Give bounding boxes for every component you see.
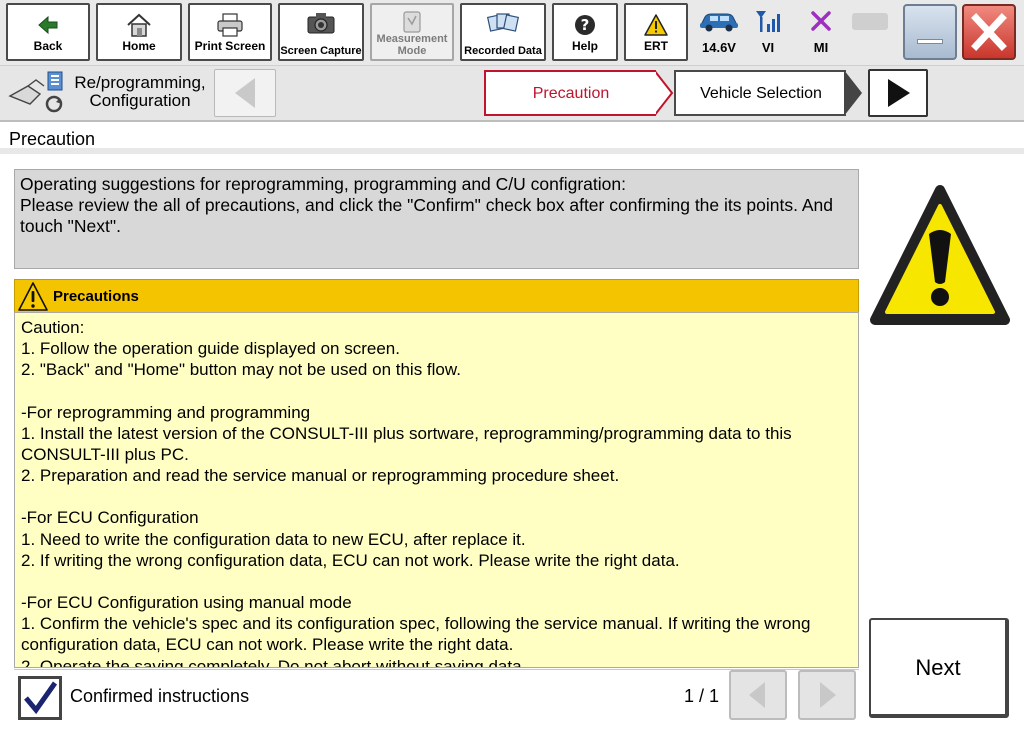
precautions-header-label: Precautions (53, 288, 139, 305)
minimize-icon (917, 39, 943, 44)
page-indicator: 1 / 1 (684, 686, 720, 706)
app-title: Re/programming, Configuration (70, 74, 210, 110)
svg-text:?: ? (581, 16, 590, 34)
crumb-vehicle-selection: Vehicle Selection (674, 70, 846, 116)
reprogramming-app-icon (6, 70, 68, 116)
precaution-line: 1. Confirm the vehicle's spec and its co… (21, 614, 811, 655)
home-button[interactable]: Home (96, 3, 182, 61)
triangle-left-icon (235, 78, 255, 108)
help-button-label: Help (571, 39, 598, 53)
recorded-data-text: Recorded Data (464, 45, 542, 57)
vi-label: VI (761, 40, 775, 55)
precaution-line: 1. Follow the operation guide displayed … (21, 339, 400, 359)
crumb-vehicle-tip (844, 70, 862, 116)
signal-icon (748, 6, 788, 36)
confirm-checkbox[interactable] (18, 676, 62, 720)
footer-bar: Confirmed instructions 1 / 1 (14, 669, 859, 725)
nav-forward-button[interactable] (868, 69, 928, 117)
minimize-button[interactable] (903, 4, 957, 60)
measurement-mode-text: Measurement Mode (376, 33, 448, 57)
print-screen-button[interactable]: Print Screen (188, 3, 272, 61)
screen-capture-button[interactable]: Screen Capture (278, 3, 364, 61)
precaution-line: -For ECU Configuration (21, 508, 199, 528)
measurement-mode-label: Measurement Mode (372, 33, 452, 57)
back-button-label: Back (33, 39, 63, 53)
page-title: Precaution (0, 124, 1024, 154)
large-warning-icon (870, 185, 1010, 325)
recorded-data-icon (462, 8, 544, 38)
recorded-data-label: Recorded Data (462, 45, 544, 57)
precaution-line: -For ECU Configuration using manual mode (21, 593, 352, 613)
page-prev-button[interactable] (729, 670, 787, 720)
screen-capture-text: Screen Capture (280, 45, 362, 57)
mi-status: MI (800, 6, 842, 58)
home-icon (98, 10, 180, 40)
home-button-label: Home (122, 39, 156, 53)
main-content: Operating suggestions for reprogramming,… (0, 160, 1024, 734)
intro-box: Operating suggestions for reprogramming,… (14, 169, 859, 269)
battery-icon (852, 13, 888, 30)
measurement-mode-button[interactable]: Measurement Mode (370, 3, 454, 61)
mi-label: MI (813, 40, 829, 55)
help-button[interactable]: ? Help (552, 3, 618, 61)
precaution-line: 2. If writing the wrong configuration da… (21, 550, 680, 570)
triangle-right-icon (820, 682, 836, 708)
top-toolbar: Back Home Print Screen Screen Capture Me… (0, 0, 1024, 66)
nav-back-button[interactable] (214, 69, 276, 117)
precautions-header: Precautions (14, 279, 859, 313)
precaution-line: 2. Preparation and read the service manu… (21, 466, 620, 486)
warning-icon (18, 282, 48, 311)
back-button[interactable]: Back (6, 3, 90, 61)
ert-button-label: ERT (644, 39, 668, 53)
close-button[interactable] (962, 4, 1016, 60)
precaution-line: Caution: (21, 318, 85, 337)
ert-button[interactable]: ERT (624, 3, 688, 61)
help-icon: ? (554, 10, 616, 40)
nav-bar: Re/programming, Configuration Precaution… (0, 66, 1024, 122)
precaution-line: 2. Operate the saving completely. Do not… (21, 656, 527, 668)
camera-icon (280, 8, 362, 38)
x-icon (800, 6, 842, 36)
recorded-data-button[interactable]: Recorded Data (460, 3, 546, 61)
page-next-button[interactable] (798, 670, 856, 720)
back-arrow-icon (8, 10, 88, 40)
precautions-text[interactable]: Caution: 1. Follow the operation guide di… (14, 312, 859, 668)
screen-capture-label: Screen Capture (280, 45, 362, 57)
voltage-status: 14.6V (693, 6, 745, 58)
app-title-line1: Re/programming, (74, 73, 206, 92)
precaution-line: 2. "Back" and "Home" button may not be u… (21, 360, 461, 380)
crumb-precaution-tip (654, 70, 674, 116)
checkmark-icon (24, 681, 58, 715)
confirm-checkbox-label: Confirmed instructions (70, 686, 250, 706)
triangle-right-icon (888, 79, 910, 107)
printer-icon (190, 10, 270, 40)
precaution-line: -For reprogramming and programming (21, 402, 311, 422)
precaution-line: 1. Need to write the configuration data … (21, 529, 526, 549)
car-voltage-icon (693, 6, 745, 36)
intro-line1: Operating suggestions for reprogramming,… (20, 174, 626, 194)
vi-status: VI (748, 6, 788, 58)
app-title-line2: Configuration (89, 91, 191, 110)
intro-line2: Please review the all of precautions, an… (20, 195, 833, 236)
triangle-left-icon (749, 682, 765, 708)
next-button[interactable]: Next (869, 618, 1009, 718)
voltage-label: 14.6V (702, 40, 736, 55)
precaution-line: 1. Install the latest version of the CON… (21, 423, 792, 465)
crumb-precaution: Precaution (484, 70, 656, 116)
print-screen-label: Print Screen (194, 39, 266, 53)
warning-icon (626, 10, 686, 40)
close-icon (971, 13, 1007, 51)
